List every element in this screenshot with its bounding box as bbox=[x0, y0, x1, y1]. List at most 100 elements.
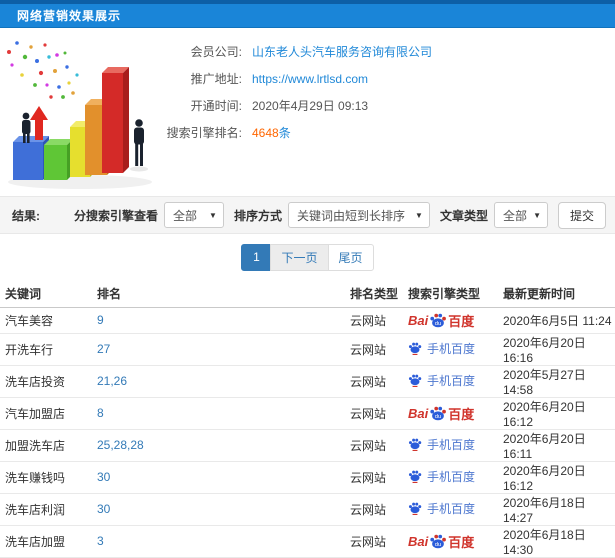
mobile-baidu-logo: 手机百度 bbox=[408, 372, 475, 389]
filter-bar: 结果: 分搜索引擎查看 全部 ▼ 排序方式 关键词由短到长排序 ▼ 文章类型 全… bbox=[0, 196, 615, 234]
open-time-label: 开通时间: bbox=[190, 99, 242, 113]
rank-type-cell: 云网站 bbox=[345, 429, 403, 462]
rank-type-cell: 云网站 bbox=[345, 307, 403, 334]
updated-time-cell: 2020年6月20日 16:11 bbox=[498, 429, 615, 462]
page-1-button[interactable]: 1 bbox=[241, 243, 272, 271]
bar-blue bbox=[13, 136, 49, 180]
table-row: 开洗车行 27 云网站 Bai du 百度 bbox=[0, 333, 615, 366]
rank-link[interactable]: 27 bbox=[97, 342, 110, 356]
table-row: 汽车加盟店 8 云网站 Bai du 百度 2020年6月20日 16:12 bbox=[0, 397, 615, 430]
keyword-cell: 汽车美容 bbox=[0, 307, 92, 334]
pagination: 1 下一页 尾页 bbox=[241, 243, 374, 271]
engine-filter-value: 全部 bbox=[172, 208, 197, 223]
results-table: 关键词 排名 排名类型 搜索引擎类型 最新更新时间 汽车美容 9 云网站 Bai… bbox=[0, 280, 615, 558]
rank-cell: 25,28,28 bbox=[92, 429, 345, 462]
rank-cell: 27 bbox=[92, 333, 345, 366]
promo-url-label: 推广地址: bbox=[190, 72, 242, 86]
baidu-logo: Bai du 百度 bbox=[408, 533, 475, 550]
mobile-baidu-paw-icon bbox=[408, 438, 422, 452]
keyword-cell: 洗车赚钱吗 bbox=[0, 461, 92, 494]
rank-type-cell: 云网站 bbox=[345, 525, 403, 558]
rank-cell: 3 bbox=[92, 525, 345, 558]
rank-link[interactable]: 21,26 bbox=[97, 374, 127, 388]
pagination-wrap: 1 下一页 尾页 bbox=[0, 234, 615, 280]
bar-green bbox=[44, 139, 73, 180]
updated-time-cell: 2020年6月18日 14:30 bbox=[498, 525, 615, 558]
rank-cell: 8 bbox=[92, 397, 345, 430]
col-keyword: 关键词 bbox=[0, 280, 92, 308]
col-rank-type: 排名类型 bbox=[345, 280, 403, 308]
svg-text:du: du bbox=[435, 414, 441, 420]
mobile-baidu-paw-icon bbox=[408, 502, 422, 516]
bar-red bbox=[102, 67, 129, 173]
rank-link[interactable]: 30 bbox=[97, 470, 110, 484]
rank-type-cell: 云网站 bbox=[345, 461, 403, 494]
updated-time-cell: 2020年6月18日 14:27 bbox=[498, 493, 615, 526]
field-rank-count: 搜索引擎排名: 4648条 bbox=[142, 119, 432, 146]
last-page-button[interactable]: 尾页 bbox=[327, 243, 374, 271]
keyword-cell: 汽车加盟店 bbox=[0, 397, 92, 430]
rank-type-cell: 云网站 bbox=[345, 365, 403, 398]
rank-count-label: 搜索引擎排名: bbox=[166, 126, 242, 140]
app-header: 网络营销效果展示 bbox=[0, 0, 615, 28]
article-type-select[interactable]: 全部 ▼ bbox=[493, 202, 548, 228]
up-arrow-icon bbox=[30, 106, 48, 140]
page-title: 网络营销效果展示 bbox=[17, 9, 122, 23]
engine-cell: Bai du 百度 bbox=[403, 429, 498, 462]
rank-link[interactable]: 9 bbox=[97, 313, 104, 327]
field-member-company: 会员公司: 山东老人头汽车服务咨询有限公司 bbox=[142, 38, 432, 65]
col-engine-type: 搜索引擎类型 bbox=[403, 280, 498, 308]
rank-count-unit[interactable]: 条 bbox=[279, 126, 291, 140]
engine-filter-label: 分搜索引擎查看 bbox=[73, 208, 158, 223]
engine-cell: Bai du 百度 bbox=[403, 365, 498, 398]
rank-type-cell: 云网站 bbox=[345, 493, 403, 526]
sort-label: 排序方式 bbox=[233, 208, 282, 223]
mobile-baidu-logo: 手机百度 bbox=[408, 340, 475, 357]
table-row: 汽车美容 9 云网站 Bai du 百度 2020年6月5日 11:24 bbox=[0, 307, 615, 334]
engine-filter-select[interactable]: 全部 ▼ bbox=[163, 202, 224, 228]
article-type-value: 全部 bbox=[502, 208, 527, 223]
rank-link[interactable]: 25,28,28 bbox=[97, 438, 144, 452]
promo-url-link[interactable]: https://www.lrtlsd.com bbox=[252, 72, 368, 86]
open-time-value: 2020年4月29日 09:13 bbox=[252, 99, 369, 113]
sort-select[interactable]: 关键词由短到长排序 ▼ bbox=[287, 202, 430, 228]
rank-cell: 9 bbox=[92, 307, 345, 334]
baidu-logo: Bai du 百度 bbox=[408, 312, 475, 329]
mobile-baidu-logo: 手机百度 bbox=[408, 468, 475, 485]
rank-link[interactable]: 3 bbox=[97, 534, 104, 548]
rank-count-value: 4648条 bbox=[252, 124, 291, 141]
col-rank: 排名 bbox=[92, 280, 345, 308]
rank-link[interactable]: 8 bbox=[97, 406, 104, 420]
rank-link[interactable]: 30 bbox=[97, 502, 110, 516]
updated-time-cell: 2020年6月20日 16:16 bbox=[498, 333, 615, 366]
updated-time-cell: 2020年6月20日 16:12 bbox=[498, 397, 615, 430]
chevron-down-icon: ▼ bbox=[209, 210, 217, 220]
svg-text:du: du bbox=[435, 321, 441, 327]
engine-cell: Bai du 百度 bbox=[403, 307, 498, 334]
confetti-dots bbox=[7, 41, 79, 99]
svg-text:du: du bbox=[435, 542, 441, 548]
account-fields: 会员公司: 山东老人头汽车服务咨询有限公司 推广地址: https://www.… bbox=[142, 38, 432, 146]
sort-value: 关键词由短到长排序 bbox=[296, 208, 405, 223]
updated-time-cell: 2020年6月5日 11:24 bbox=[498, 307, 615, 334]
rank-type-cell: 云网站 bbox=[345, 397, 403, 430]
mobile-baidu-paw-icon bbox=[408, 342, 422, 356]
field-promo-url: 推广地址: https://www.lrtlsd.com bbox=[142, 65, 432, 92]
member-company-link[interactable]: 山东老人头汽车服务咨询有限公司 bbox=[252, 43, 432, 60]
engine-cell: Bai du 百度 bbox=[403, 397, 498, 430]
mobile-baidu-paw-icon bbox=[408, 470, 422, 484]
field-open-time: 开通时间: 2020年4月29日 09:13 bbox=[142, 92, 432, 119]
mobile-baidu-logo: 手机百度 bbox=[408, 436, 475, 453]
submit-button[interactable]: 提交 bbox=[557, 201, 606, 229]
table-row: 洗车店加盟 3 云网站 Bai du 百度 2020年6月18日 14:30 bbox=[0, 525, 615, 558]
mobile-baidu-logo: 手机百度 bbox=[408, 500, 475, 517]
engine-cell: Bai du 百度 bbox=[403, 333, 498, 366]
rank-type-cell: 云网站 bbox=[345, 333, 403, 366]
keyword-cell: 加盟洗车店 bbox=[0, 429, 92, 462]
table-row: 洗车店投资 21,26 云网站 Bai du 百度 bbox=[0, 365, 615, 398]
mobile-baidu-paw-icon bbox=[408, 374, 422, 388]
keyword-cell: 洗车店投资 bbox=[0, 365, 92, 398]
baidu-paw-icon: du bbox=[430, 313, 447, 328]
next-page-button[interactable]: 下一页 bbox=[270, 243, 329, 271]
result-label: 结果: bbox=[12, 208, 40, 223]
